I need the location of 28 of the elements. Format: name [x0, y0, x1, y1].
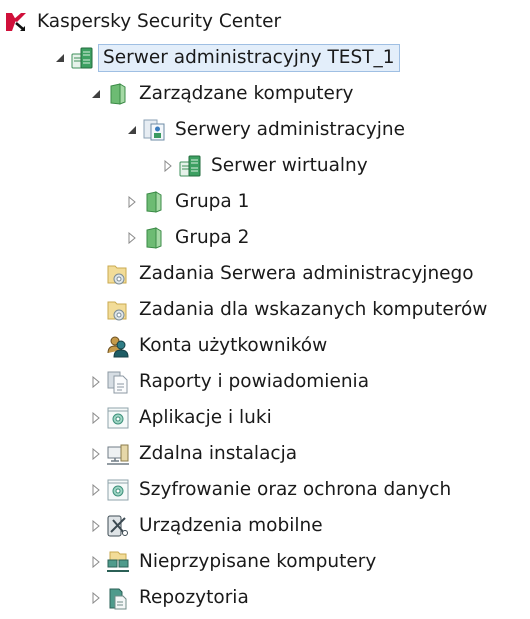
tree-item[interactable]: Zdalna instalacja — [134, 440, 302, 468]
server-group-icon — [142, 118, 166, 142]
tools-icon — [106, 514, 130, 538]
tree-item[interactable]: Nieprzypisane komputery — [134, 548, 382, 576]
computer-icon — [106, 442, 130, 466]
gear-window-icon — [106, 478, 130, 502]
server-icon — [70, 46, 94, 70]
server-icon — [178, 154, 202, 178]
gear-window-icon — [106, 406, 130, 430]
tree-item[interactable]: Zarządzane komputery — [134, 80, 358, 108]
tree-item[interactable]: Urządzenia mobilne — [134, 512, 328, 540]
tree-item[interactable]: Raporty i powiadomienia — [134, 368, 374, 396]
tree-item[interactable]: Zadania Serwera administracyjnego — [134, 260, 479, 288]
tree-item[interactable]: Kaspersky Security Center — [32, 8, 286, 36]
tree-item[interactable]: Szyfrowanie oraz ochrona danych — [134, 476, 456, 504]
network-icon — [106, 550, 130, 574]
tree-item[interactable]: Serwer administracyjny TEST_1 — [98, 44, 400, 72]
tree-item[interactable]: Zadania dla wskazanych komputerów — [134, 296, 492, 324]
documents-icon — [106, 370, 130, 394]
tree-item[interactable]: Serwery administracyjne — [170, 116, 410, 144]
tree-item[interactable]: Serwer wirtualny — [206, 152, 373, 180]
tree-item[interactable]: Repozytoria — [134, 584, 254, 612]
k-logo-icon — [4, 10, 28, 34]
users-icon — [106, 334, 130, 358]
tree-item[interactable]: Konta użytkowników — [134, 332, 332, 360]
tree-item[interactable]: Grupa 2 — [170, 224, 254, 252]
tree-item[interactable]: Grupa 1 — [170, 188, 254, 216]
tree-item[interactable]: Aplikacje i luki — [134, 404, 277, 432]
